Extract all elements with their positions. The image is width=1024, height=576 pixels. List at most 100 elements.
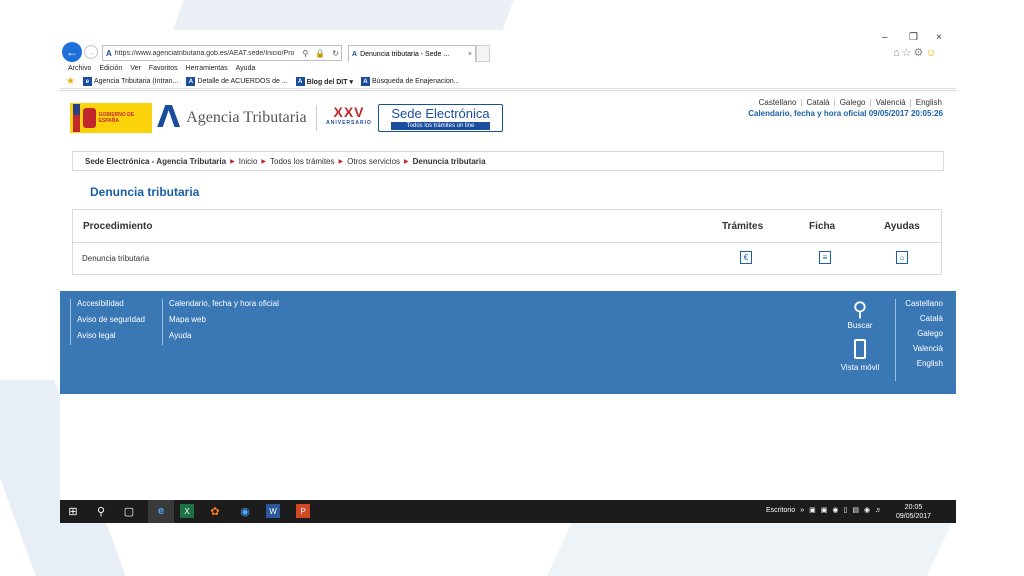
powerpoint-icon[interactable]: P xyxy=(296,504,310,518)
gobierno-logo[interactable]: GOBIERNO DE ESPAÑA xyxy=(70,103,152,133)
favorite-link[interactable]: A Búsqueda de Enajenacion... xyxy=(360,77,460,86)
footer-link[interactable]: Accesibilidad xyxy=(77,299,145,308)
usb-icon[interactable]: ▯ xyxy=(843,506,847,514)
home-icon[interactable]: ⌂ xyxy=(893,47,902,59)
chevron-icon[interactable]: » xyxy=(800,507,804,514)
lang-catala[interactable]: Català xyxy=(807,98,830,107)
windows-taskbar: ⊞ ⚲ ▢ e X ✿ ◉ W P Escritorio » ▣ ▣ ◉ ▯ ▤… xyxy=(60,500,956,523)
footer-lang[interactable]: Galego xyxy=(917,329,943,338)
menu-edicion[interactable]: Edición xyxy=(99,65,122,72)
lang-english[interactable]: English xyxy=(916,98,942,107)
task-view-icon[interactable]: ▢ xyxy=(122,504,136,518)
background-shape xyxy=(546,520,954,576)
favorites-bar: ★ e Agencia Tributaria (Intran... A Detall… xyxy=(60,75,956,89)
chevron-right-icon: ▶ xyxy=(230,158,235,165)
url-text: https://www.agenciatributaria.gob.es/AEA… xyxy=(114,49,295,57)
desktop-toolbar-label[interactable]: Escritorio xyxy=(766,507,795,514)
minimize-icon[interactable]: – xyxy=(882,32,888,43)
feedback-smile-icon[interactable]: ☺ xyxy=(925,47,938,59)
back-button[interactable]: ← xyxy=(62,42,82,62)
mobile-label: Vista móvil xyxy=(840,363,880,372)
menu-favoritos[interactable]: Favoritos xyxy=(149,65,178,72)
breadcrumb-item[interactable]: Todos los trámites xyxy=(270,157,334,166)
clock-date: 09/05/2017 xyxy=(896,513,932,520)
restore-icon[interactable]: ❐ xyxy=(909,32,918,43)
breadcrumb-item[interactable]: Inicio xyxy=(239,157,258,166)
site-header: GOBIERNO DE ESPAÑA Λ Agencia Tributaria … xyxy=(60,91,956,143)
menu-archivo[interactable]: Archivo xyxy=(68,65,91,72)
ayudas-home-icon[interactable]: ⌂ xyxy=(896,251,908,264)
gear-icon[interactable]: ⚙ xyxy=(914,47,926,59)
footer-link[interactable]: Aviso legal xyxy=(77,331,145,340)
favorite-link[interactable]: e Agencia Tributaria (Intran... xyxy=(82,77,178,86)
favorites-star-icon[interactable]: ☆ xyxy=(902,47,914,59)
browser-tab[interactable]: A Denuncia tributaria - Sede ... × xyxy=(348,45,476,62)
browser-toolbar-icons: ⌂☆⚙☺ xyxy=(893,46,939,59)
lang-castellano[interactable]: Castellano xyxy=(759,98,797,107)
mobile-view-button[interactable]: Vista móvil xyxy=(836,339,884,372)
favorite-link[interactable]: A Blog del DIT ▾ xyxy=(295,77,353,86)
site-favicon-icon: A xyxy=(295,77,305,86)
word-icon[interactable]: W xyxy=(266,504,280,518)
globe-icon[interactable]: ◉ xyxy=(238,504,252,518)
footer-lang[interactable]: Valencià xyxy=(913,344,943,353)
footer-lang[interactable]: Castellano xyxy=(905,299,943,308)
aniversario-logo: XXV ANIVERSARIO xyxy=(326,104,372,127)
procedure-table: Procedimiento Trámites Ficha Ayudas Denu… xyxy=(72,209,942,275)
footer-lang[interactable]: English xyxy=(917,359,943,368)
close-window-icon[interactable]: × xyxy=(936,32,942,43)
refresh-icon[interactable]: ↻ xyxy=(330,49,341,58)
forward-button[interactable]: → xyxy=(84,45,98,59)
network-icon[interactable]: ▤ xyxy=(852,506,859,514)
lang-valencia[interactable]: Valencià xyxy=(876,98,906,107)
address-bar[interactable]: A https://www.agenciatributaria.gob.es/A… xyxy=(102,45,342,61)
taskbar-clock[interactable]: 20:05 09/05/2017 xyxy=(896,503,931,521)
tab-title: Denuncia tributaria - Sede ... xyxy=(360,50,450,58)
volume-icon[interactable]: ♬ xyxy=(875,507,882,514)
favorite-link[interactable]: A Detalle de ACUERDOS de ... xyxy=(186,77,288,86)
coat-of-arms-icon xyxy=(82,108,96,128)
tray-app-icon[interactable]: ▣ xyxy=(809,506,816,514)
lang-galego[interactable]: Galego xyxy=(840,98,866,107)
footer-link[interactable]: Ayuda xyxy=(169,331,279,340)
breadcrumb-current: Denuncia tributaria xyxy=(412,156,486,166)
menu-ver[interactable]: Ver xyxy=(130,65,141,72)
footer-search-button[interactable]: ⚲ Buscar xyxy=(840,299,880,330)
agency-name: Agencia Tributaria xyxy=(186,109,307,126)
page-content: GOBIERNO DE ESPAÑA Λ Agencia Tributaria … xyxy=(60,90,956,500)
tray-app-icon[interactable]: ◉ xyxy=(832,506,838,514)
procedure-name: Denuncia tributaria xyxy=(82,254,150,263)
header-ficha: Ficha xyxy=(809,221,836,232)
new-tab-button[interactable] xyxy=(476,45,490,62)
firefox-icon[interactable]: ✿ xyxy=(208,504,222,518)
tab-close-icon[interactable]: × xyxy=(468,51,475,58)
internet-explorer-icon[interactable]: e xyxy=(154,504,168,518)
windows-start-icon[interactable]: ⊞ xyxy=(66,504,80,518)
tray-app-icon[interactable]: ◉ xyxy=(864,506,870,514)
menu-herramientas[interactable]: Herramientas xyxy=(186,65,228,72)
header-tramites: Trámites xyxy=(722,221,764,232)
favorites-star-icon[interactable]: ★ xyxy=(66,76,75,87)
ficha-document-icon[interactable]: ≡ xyxy=(819,251,831,264)
sede-electronica-logo[interactable]: Sede Electrónica Todos los trámites on l… xyxy=(378,104,503,132)
agencia-tributaria-logo[interactable]: Λ Agencia Tributaria xyxy=(157,103,307,133)
tramites-icon[interactable]: € xyxy=(740,251,752,264)
footer-lang[interactable]: Català xyxy=(920,314,943,323)
footer-link[interactable]: Aviso de seguridad xyxy=(77,315,145,324)
site-footer: Accesibilidad Aviso de seguridad Aviso l… xyxy=(60,291,956,394)
menu-ayuda[interactable]: Ayuda xyxy=(236,65,256,72)
footer-link[interactable]: Calendario, fecha y hora oficial xyxy=(169,299,279,308)
divider xyxy=(316,105,317,131)
tray-app-icon[interactable]: ▣ xyxy=(821,506,828,514)
search-icon[interactable]: ⚲ xyxy=(300,49,310,58)
chevron-right-icon: ▶ xyxy=(404,158,409,165)
search-icon[interactable]: ⚲ xyxy=(94,504,108,518)
gobierno-text: GOBIERNO DE ESPAÑA xyxy=(98,112,135,124)
breadcrumb-root[interactable]: Sede Electrónica - Agencia Tributaria xyxy=(85,157,226,166)
calendar-link[interactable]: Calendario, fecha y hora oficial 09/05/2… xyxy=(748,109,943,118)
chevron-right-icon: ▶ xyxy=(261,158,267,165)
breadcrumb-item[interactable]: Otros servicios xyxy=(347,157,400,166)
footer-link[interactable]: Mapa web xyxy=(169,315,279,324)
excel-icon[interactable]: X xyxy=(180,504,194,518)
language-selector: Castellano | Català | Galego | Valencià | En… xyxy=(758,98,942,107)
